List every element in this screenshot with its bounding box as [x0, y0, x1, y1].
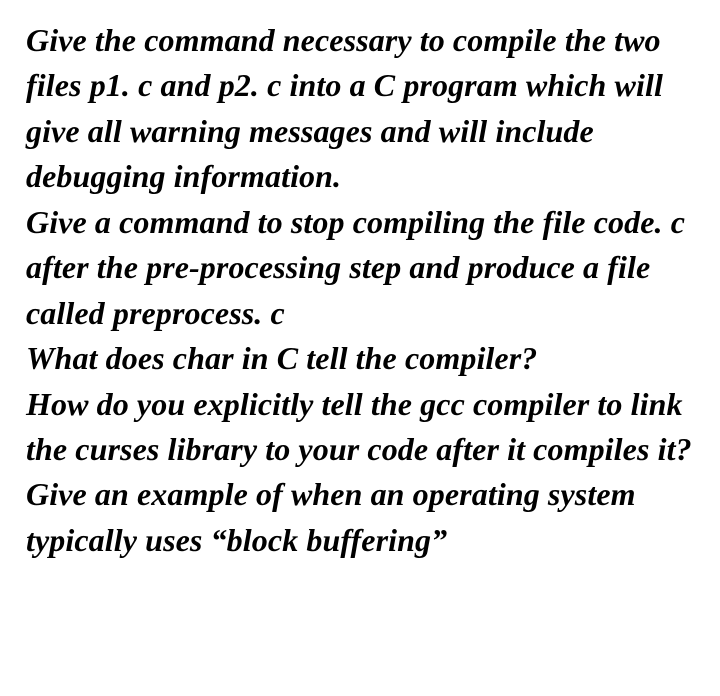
- question-4: How do you explicitly tell the gcc compi…: [26, 382, 698, 473]
- question-3: What does char in C tell the compiler?: [26, 336, 698, 381]
- question-2: Give a command to stop compiling the fil…: [26, 200, 698, 336]
- question-1: Give the command necessary to compile th…: [26, 18, 698, 200]
- question-5: Give an example of when an operating sys…: [26, 472, 698, 563]
- document-page: Give the command necessary to compile th…: [0, 0, 720, 696]
